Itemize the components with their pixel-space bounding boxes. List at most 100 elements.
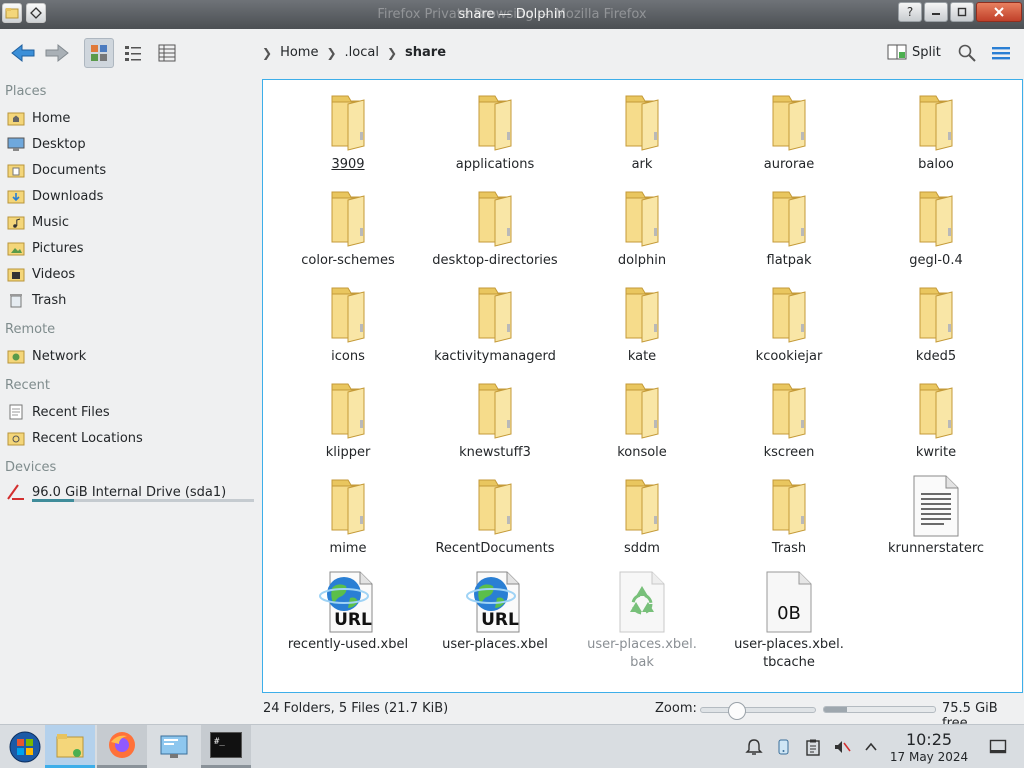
folder-item[interactable]: kcookiejar	[719, 280, 859, 366]
folder-item[interactable]: icons	[278, 280, 418, 366]
minimize-button[interactable]	[924, 2, 948, 22]
search-button[interactable]	[952, 38, 982, 68]
window-titlebar[interactable]: Firefox Private Browsing — Mozilla Firef…	[0, 0, 1024, 29]
back-button[interactable]	[8, 38, 38, 68]
folder-icon	[612, 280, 672, 348]
taskbar: #_ 10:25 17 May 2024	[0, 724, 1024, 768]
sidebar-item-documents[interactable]: Documents	[6, 159, 106, 181]
folder-item[interactable]: desktop-directories	[425, 184, 565, 270]
backup-file-icon	[612, 568, 672, 636]
folder-icon	[318, 280, 378, 348]
folder-item[interactable]: RecentDocuments	[425, 472, 565, 558]
places-panel: Places Home Desktop Documents Downloads …	[0, 79, 260, 699]
sidebar-item-desktop[interactable]: Desktop	[6, 133, 86, 155]
split-button[interactable]: Split	[887, 43, 941, 61]
icons-view-button[interactable]	[84, 38, 114, 68]
sidebar-item-label: Documents	[32, 162, 107, 178]
file-item[interactable]: URL user-places.xbel	[425, 568, 565, 654]
sidebar-item-trash[interactable]: Trash	[6, 289, 66, 311]
folder-item[interactable]: baloo	[866, 88, 1006, 174]
item-label: klipper	[325, 445, 371, 460]
sidebar-item-recent-files[interactable]: Recent Files	[6, 401, 110, 423]
folder-item[interactable]: kactivitymanagerd	[425, 280, 565, 366]
folder-item[interactable]: kscreen	[719, 376, 859, 462]
volume-muted-icon[interactable]	[832, 737, 852, 757]
firefox-icon	[109, 732, 135, 758]
folder-item[interactable]: mime	[278, 472, 418, 558]
item-label: desktop-directories	[432, 253, 558, 268]
file-item[interactable]: krunnerstaterc	[866, 472, 1006, 558]
help-button[interactable]: ?	[898, 2, 922, 22]
folder-item[interactable]: ark	[572, 88, 712, 174]
free-space-bar[interactable]	[823, 706, 936, 713]
folder-item[interactable]: kded5	[866, 280, 1006, 366]
forward-button[interactable]	[42, 38, 72, 68]
sidebar-item-pictures[interactable]: Pictures	[6, 237, 83, 259]
close-icon	[994, 7, 1004, 17]
item-label: recently-used.xbel	[287, 637, 409, 652]
folder-item[interactable]: sddm	[572, 472, 712, 558]
start-menu-button[interactable]	[0, 725, 50, 768]
folder-item[interactable]: klipper	[278, 376, 418, 462]
folder-item[interactable]: kate	[572, 280, 712, 366]
terminal-icon: #_	[210, 732, 242, 758]
breadcrumb-local[interactable]: .local	[345, 45, 379, 60]
folder-item[interactable]: konsole	[572, 376, 712, 462]
search-icon	[958, 44, 976, 62]
text-file-icon	[906, 472, 966, 540]
folder-item[interactable]: aurorae	[719, 88, 859, 174]
chevron-up-icon[interactable]	[861, 737, 881, 757]
sidebar-item-home[interactable]: Home	[6, 107, 70, 129]
taskbar-konsole[interactable]: #_	[201, 725, 251, 768]
folder-item[interactable]: applications	[425, 88, 565, 174]
maximize-button[interactable]	[950, 2, 974, 22]
show-desktop-icon[interactable]	[988, 737, 1008, 757]
notifications-icon[interactable]	[744, 737, 764, 757]
zoom-slider-handle[interactable]	[728, 702, 747, 720]
details-view-icon	[158, 44, 176, 62]
sidebar-item-music[interactable]: Music	[6, 211, 69, 233]
breadcrumb-home[interactable]: Home	[280, 45, 318, 60]
clock-date: 17 May 2024	[889, 750, 969, 764]
icons-view-icon	[91, 45, 107, 61]
sidebar-item-recent-locations[interactable]: Recent Locations	[6, 427, 143, 449]
sidebar-item-downloads[interactable]: Downloads	[6, 185, 103, 207]
taskbar-dolphin[interactable]	[45, 725, 95, 768]
folder-item[interactable]: gegl-0.4	[866, 184, 1006, 270]
sidebar-item-label: Recent Files	[32, 404, 110, 420]
compact-view-button[interactable]	[118, 38, 148, 68]
file-item[interactable]: URL recently-used.xbel	[278, 568, 418, 654]
url-globe-icon: URL	[318, 568, 378, 636]
item-label: knewstuff3	[459, 445, 531, 460]
folder-item[interactable]: 3909	[278, 88, 418, 174]
file-view[interactable]: 3909 applications ark aurorae baloo color-sch…	[262, 79, 1023, 693]
desktop-icon	[6, 135, 26, 153]
digital-clock[interactable]: 10:25 17 May 2024	[886, 731, 972, 765]
sidebar-item-label: Recent Locations	[32, 430, 143, 446]
close-button[interactable]	[976, 2, 1022, 22]
zoom-slider[interactable]	[700, 702, 816, 720]
folder-item[interactable]: dolphin	[572, 184, 712, 270]
sidebar-item-videos[interactable]: Videos	[6, 263, 75, 285]
folder-icon	[612, 376, 672, 444]
folder-item[interactable]: Trash	[719, 472, 859, 558]
taskbar-firefox[interactable]	[97, 725, 147, 768]
sidebar-item-label: Videos	[32, 266, 76, 282]
breadcrumb-share[interactable]: share	[405, 45, 446, 60]
menu-button[interactable]	[986, 38, 1016, 68]
arrow-right-icon	[45, 43, 69, 63]
folder-item[interactable]: knewstuff3	[425, 376, 565, 462]
item-label: user-places.xbel	[442, 637, 548, 652]
folder-item[interactable]: flatpak	[719, 184, 859, 270]
taskbar-system-settings[interactable]	[149, 725, 199, 768]
sidebar-item-network[interactable]: Network	[6, 345, 86, 367]
item-label: kate	[627, 349, 657, 364]
folder-item[interactable]: kwrite	[866, 376, 1006, 462]
network-folder-icon	[6, 347, 26, 365]
details-view-button[interactable]	[152, 38, 182, 68]
file-item[interactable]: 0B user-places.xbel. tbcache	[719, 568, 859, 672]
clipboard-icon[interactable]	[803, 737, 823, 757]
file-item[interactable]: user-places.xbel. bak	[572, 568, 712, 672]
kde-connect-icon[interactable]	[773, 737, 793, 757]
folder-item[interactable]: color-schemes	[278, 184, 418, 270]
